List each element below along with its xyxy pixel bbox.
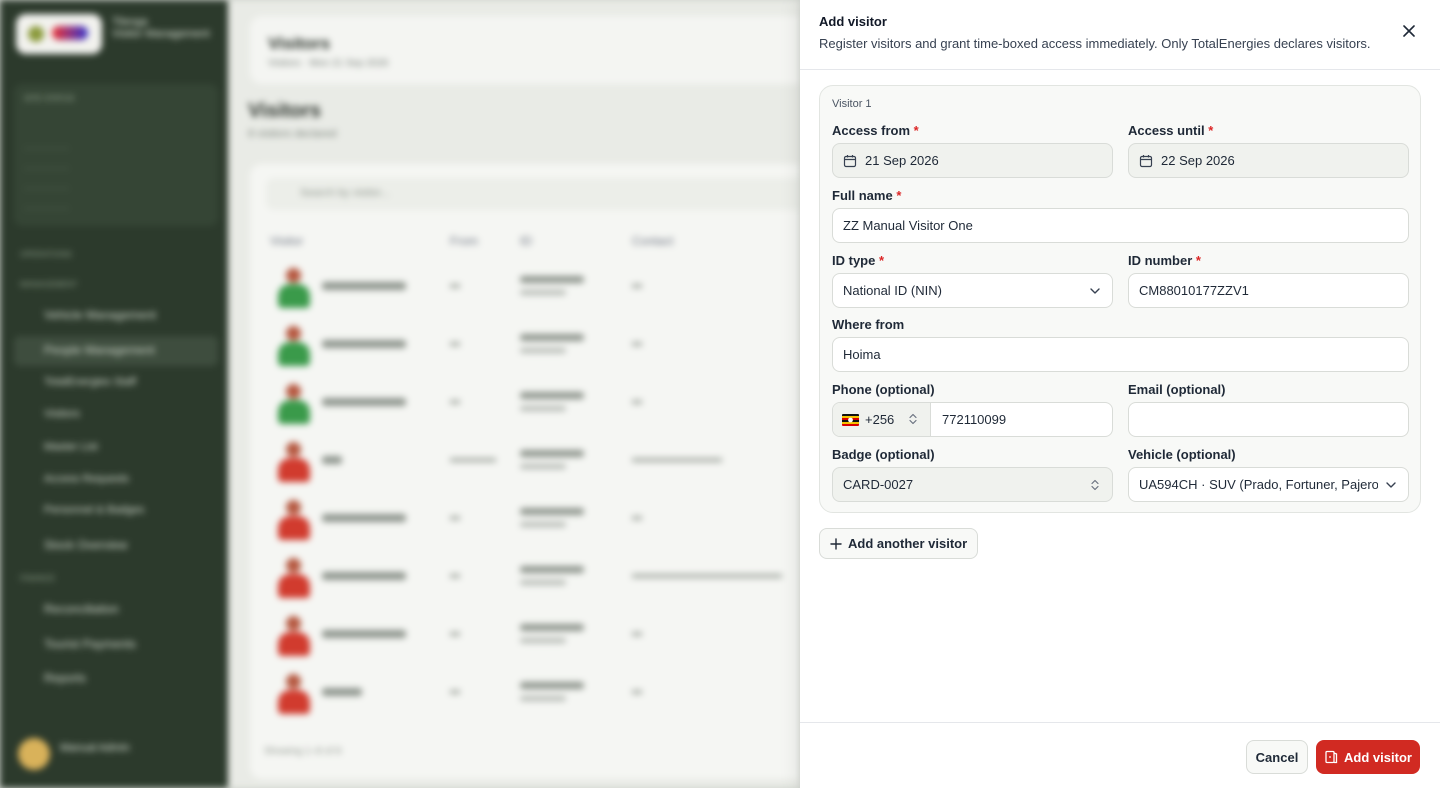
id-type-value: National ID (NIN) xyxy=(843,283,942,298)
site-card: SITE STATUS ················· ··········… xyxy=(14,84,218,226)
where-from-value: Hoima xyxy=(843,347,881,362)
chevron-updown-icon xyxy=(1088,478,1102,492)
badge-value: CARD-0027 xyxy=(843,477,914,492)
id-type-select[interactable]: National ID (NIN) xyxy=(832,273,1113,308)
app-logo xyxy=(16,14,102,54)
column-header-from: From xyxy=(450,234,478,248)
country-code: +256 xyxy=(865,412,895,427)
chevron-down-icon xyxy=(1384,478,1398,492)
sidebar-item-vehicle[interactable]: Vehicle Management xyxy=(44,308,156,322)
sidebar-item-staff[interactable]: TotalEnergies Staff xyxy=(44,376,136,388)
add-another-visitor-button[interactable]: Add another visitor xyxy=(819,528,979,559)
sidebar-item-reconciliation[interactable]: Reconciliation xyxy=(44,602,119,616)
visitor-badge-icon xyxy=(1324,750,1338,764)
sidebar-item-access-requests[interactable]: Access Requests xyxy=(44,473,129,485)
sidebar-item-visitors[interactable]: Visitors xyxy=(44,408,80,420)
table-row[interactable] xyxy=(250,666,800,724)
visitor-label: Visitor 1 xyxy=(832,98,872,110)
vehicle-select[interactable]: UA594CH · SUV (Prado, Fortuner, Pajero, xyxy=(1128,467,1409,502)
access-until-field[interactable]: 22 Sep 2026 xyxy=(1128,143,1409,178)
where-from-label: Where from xyxy=(832,317,905,332)
table-footer: Showing 1–8 of 8 xyxy=(264,746,342,757)
full-name-input[interactable]: ZZ Manual Visitor One xyxy=(832,208,1409,243)
table-row[interactable] xyxy=(250,492,800,550)
vehicle-label: Vehicle (optional) xyxy=(1128,447,1236,462)
main-content: Visitors Visitors · Mon 21 Sep 2026 Visi… xyxy=(228,0,800,788)
uganda-flag-icon xyxy=(842,413,859,426)
drawer-title: Add visitor xyxy=(819,14,887,29)
sidebar-item-people[interactable]: People Management xyxy=(44,343,155,357)
search-placeholder: Search by visitor... xyxy=(300,187,390,199)
access-from-label: Access from * xyxy=(832,123,919,138)
brand: Tilenga Visitor Management xyxy=(112,16,210,40)
full-name-label: Full name * xyxy=(832,188,902,203)
close-button[interactable] xyxy=(1398,20,1420,42)
user-name: Manual Admin xyxy=(60,742,130,754)
country-code-select[interactable]: +256 xyxy=(833,403,931,436)
id-type-label: ID type * xyxy=(832,253,885,268)
header-subtitle: Visitors · Mon 21 Sep 2026 xyxy=(268,58,389,69)
column-header-id: ID xyxy=(520,234,532,248)
chevron-down-icon xyxy=(1088,284,1102,298)
full-name-value: ZZ Manual Visitor One xyxy=(843,218,973,233)
badge-select[interactable]: CARD-0027 xyxy=(832,467,1113,502)
phone-label: Phone (optional) xyxy=(832,382,935,397)
id-number-value: CM88010177ZZV1 xyxy=(1139,283,1249,298)
sidebar-item-tourist[interactable]: Tourist Payments xyxy=(44,637,136,651)
search-input[interactable]: Search by visitor... xyxy=(266,178,800,210)
table-row[interactable] xyxy=(250,376,800,434)
table-row[interactable] xyxy=(250,434,800,492)
where-from-input[interactable]: Hoima xyxy=(832,337,1409,372)
phone-input[interactable]: 772110099 xyxy=(942,412,1006,427)
badge-label: Badge (optional) xyxy=(832,447,935,462)
calendar-icon xyxy=(843,154,857,168)
sidebar-item-master-list[interactable]: Master List xyxy=(44,441,98,453)
calendar-icon xyxy=(1139,154,1153,168)
phone-field: +256 772110099 xyxy=(832,402,1113,437)
drawer-footer: Cancel Add visitor xyxy=(800,722,1440,788)
plus-icon xyxy=(830,537,842,550)
add-another-label: Add another visitor xyxy=(848,536,968,551)
background-app: Tilenga Visitor Management SITE STATUS ·… xyxy=(0,0,800,788)
table-row[interactable] xyxy=(250,260,800,318)
sidebar-item-personnel[interactable]: Personnel & Badges xyxy=(44,504,144,516)
visitors-table: Search by visitor... Visitor From ID Con… xyxy=(250,164,800,779)
access-until-value: 22 Sep 2026 xyxy=(1161,153,1235,168)
email-input[interactable] xyxy=(1128,402,1409,437)
cancel-button[interactable]: Cancel xyxy=(1246,740,1308,774)
add-visitor-button[interactable]: Add visitor xyxy=(1316,740,1420,774)
column-header-visitor: Visitor xyxy=(270,234,304,248)
avatar xyxy=(18,738,50,770)
access-from-value: 21 Sep 2026 xyxy=(865,153,939,168)
table-row[interactable] xyxy=(250,608,800,666)
access-from-field[interactable]: 21 Sep 2026 xyxy=(832,143,1113,178)
user-menu[interactable]: Manual Admin xyxy=(14,732,218,776)
vehicle-value: UA594CH · SUV (Prado, Fortuner, Pajero, xyxy=(1139,477,1378,492)
page-header: Visitors Visitors · Mon 21 Sep 2026 xyxy=(250,16,800,84)
access-until-label: Access until * xyxy=(1128,123,1214,138)
drawer-description: Register visitors and grant time-boxed a… xyxy=(819,36,1371,51)
column-header-contact: Contact xyxy=(632,234,674,248)
sidebar-item-reports[interactable]: Reports xyxy=(44,671,86,685)
id-number-label: ID number * xyxy=(1128,253,1201,268)
add-visitor-label: Add visitor xyxy=(1344,749,1412,765)
visitor-card: Visitor 1 Access from * 21 Sep 2026 Acce… xyxy=(819,85,1421,513)
table-row[interactable] xyxy=(250,318,800,376)
page-title: Visitors xyxy=(248,100,321,122)
brand-subtitle: Visitor Management xyxy=(112,28,210,40)
add-visitor-drawer: Add visitor Register visitors and grant … xyxy=(800,0,1440,788)
email-label: Email (optional) xyxy=(1128,382,1226,397)
sidebar: Tilenga Visitor Management SITE STATUS ·… xyxy=(0,0,228,788)
chevron-updown-icon xyxy=(909,413,917,428)
header-title: Visitors xyxy=(268,34,331,53)
sidebar-item-stock[interactable]: Stock Overview xyxy=(44,538,127,552)
page-subtitle: 8 visitors declared xyxy=(248,128,337,140)
close-icon xyxy=(1403,25,1415,37)
brand-title: Tilenga xyxy=(112,16,148,28)
id-number-input[interactable]: CM88010177ZZV1 xyxy=(1128,273,1409,308)
table-row[interactable] xyxy=(250,550,800,608)
drawer-header: Add visitor Register visitors and grant … xyxy=(800,0,1440,70)
